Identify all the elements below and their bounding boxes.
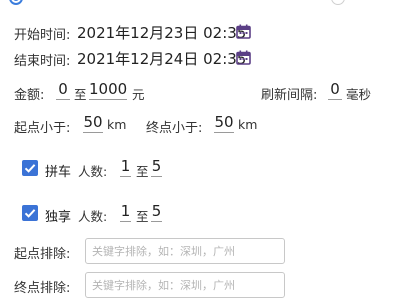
calendar-icon[interactable] — [236, 24, 251, 39]
refresh-interval-unit: 毫秒 — [346, 87, 372, 102]
end-distance-input[interactable]: 50 — [214, 113, 234, 133]
end-exclude-input[interactable] — [85, 272, 285, 298]
end-time-value[interactable]: 2021年12月24日 02:35 — [77, 48, 246, 69]
order-filter-form: 开始时间: 2021年12月23日 02:35 结束时间: 2021年12月24… — [0, 0, 400, 300]
start-time-value[interactable]: 2021年12月23日 02:35 — [77, 22, 246, 43]
exclusive-range-sep: 至 — [136, 209, 149, 224]
refresh-interval-label: 刷新间隔: — [261, 88, 318, 103]
amount-unit: 元 — [132, 87, 145, 102]
amount-max-input[interactable]: 1000 — [89, 80, 127, 100]
refresh-interval-input[interactable]: 0 — [328, 80, 342, 100]
checkmark-icon — [24, 209, 36, 218]
checkmark-icon — [24, 164, 36, 173]
start-distance-label: 起点小于: — [14, 121, 71, 136]
start-exclude-label: 起点排除: — [14, 247, 71, 262]
end-time-label: 结束时间: — [14, 54, 71, 69]
carpool-people-label: 人数: — [78, 164, 108, 179]
carpool-range-sep: 至 — [136, 164, 149, 179]
calendar-icon[interactable] — [236, 50, 251, 65]
exclusive-checkbox[interactable] — [22, 205, 38, 221]
carpool-label: 拼车 — [45, 165, 72, 180]
amount-range-sep: 至 — [74, 87, 87, 102]
end-distance-label: 终点小于: — [146, 121, 203, 136]
exclusive-label: 独享 — [45, 210, 72, 225]
end-exclude-label: 终点排除: — [14, 281, 71, 296]
carpool-checkbox[interactable] — [22, 160, 38, 176]
start-distance-input[interactable]: 50 — [83, 113, 103, 133]
carpool-people-min[interactable]: 1 — [120, 157, 131, 177]
amount-label: 金额: — [14, 88, 45, 103]
exclusive-people-label: 人数: — [78, 209, 108, 224]
end-distance-unit: km — [238, 117, 258, 132]
carpool-people-max[interactable]: 5 — [151, 157, 162, 177]
radio-unselected[interactable] — [331, 0, 345, 5]
start-exclude-input[interactable] — [85, 238, 285, 264]
start-time-label: 开始时间: — [14, 28, 71, 43]
exclusive-people-max[interactable]: 5 — [151, 202, 162, 222]
start-distance-unit: km — [107, 117, 127, 132]
amount-min-input[interactable]: 0 — [56, 80, 70, 100]
exclusive-people-min[interactable]: 1 — [120, 202, 131, 222]
radio-selected[interactable] — [9, 0, 23, 5]
